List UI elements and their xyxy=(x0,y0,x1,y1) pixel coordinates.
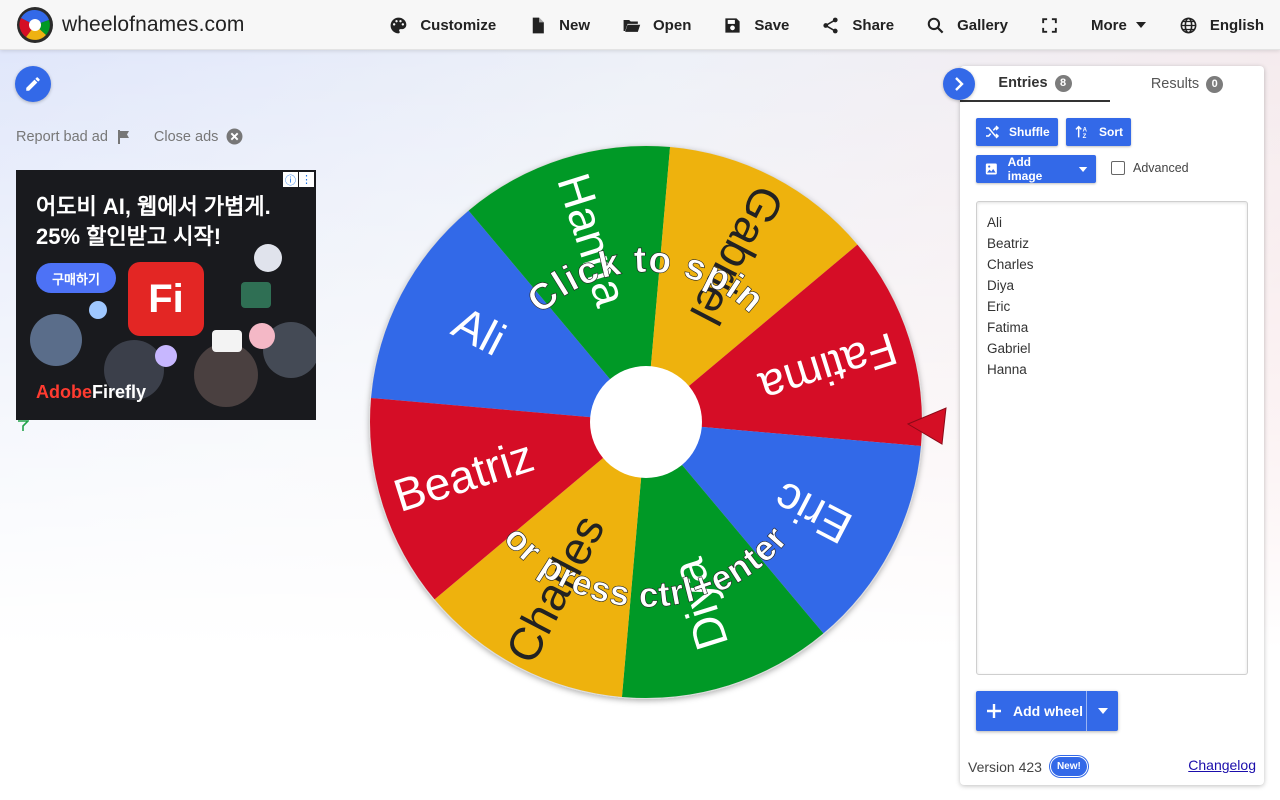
nav-share[interactable]: Share xyxy=(805,0,910,50)
wheel-canvas[interactable]: AliHanna GabrielFatimaEricDiyaCharlesBeat… xyxy=(366,145,947,708)
shuffle-label: Shuffle xyxy=(1009,125,1050,139)
fullscreen-icon xyxy=(1042,17,1057,33)
nav-more-label: More xyxy=(1090,16,1127,34)
nav-language-label: English xyxy=(1209,16,1264,34)
image-icon xyxy=(985,163,997,175)
nav-gallery[interactable]: Gallery xyxy=(910,0,1024,50)
entries-textarea[interactable]: Ali Beatriz Charles Diya Eric Fatima Gab… xyxy=(976,201,1248,675)
add-image-label: Add image xyxy=(1007,155,1043,183)
svg-text:Z: Z xyxy=(1083,134,1087,140)
tab-results[interactable]: Results 0 xyxy=(1112,66,1262,102)
ad-menu-icon[interactable]: ⋮ xyxy=(299,172,314,187)
nav-share-label: Share xyxy=(852,16,895,34)
ad-info-icon[interactable]: ⓘ xyxy=(283,172,298,187)
nav-open[interactable]: Open xyxy=(606,0,707,50)
folder-open-icon xyxy=(623,19,641,32)
adchoices-icon[interactable] xyxy=(17,420,29,432)
entry-line: Ali xyxy=(987,215,1003,230)
report-bad-ad-label: Report bad ad xyxy=(16,128,108,145)
pencil-icon xyxy=(26,77,40,91)
ad-info[interactable]: ⓘ ⋮ xyxy=(282,172,314,187)
entry-line: Beatriz xyxy=(987,236,1030,251)
entry-line: Charles xyxy=(987,257,1034,272)
top-nav: Customize New Open Save Share Gallery Mo… xyxy=(373,0,1280,50)
changelog-link[interactable]: Changelog xyxy=(1188,757,1256,773)
flag-icon xyxy=(117,129,129,144)
results-count-badge: 0 xyxy=(1206,75,1224,93)
advanced-checkbox[interactable]: Advanced xyxy=(1111,161,1189,175)
chevron-right-icon xyxy=(955,77,964,91)
advanced-checkbox-box[interactable] xyxy=(1111,161,1125,175)
tab-results-label: Results xyxy=(1150,76,1200,92)
nav-gallery-label: Gallery xyxy=(957,16,1008,34)
nav-more[interactable]: More xyxy=(1075,0,1163,50)
plus-icon xyxy=(987,704,1001,718)
entry-line: Hanna xyxy=(987,362,1027,377)
svg-text:A: A xyxy=(1083,127,1088,133)
panel-tabs: Entries 8 Results 0 xyxy=(960,66,1264,102)
sort-icon: AZ xyxy=(1075,125,1088,140)
nav-language[interactable]: English xyxy=(1163,0,1280,50)
entry-line: Fatima xyxy=(987,320,1029,335)
firefly-app-icon: Fi xyxy=(128,262,204,336)
ad-brand-adobe: Adobe xyxy=(36,382,92,402)
ad-headline: 어도비 AI, 웹에서 가볍게. 25% 할인받고 시작! xyxy=(36,194,271,249)
ad-brand: AdobeFirefly xyxy=(36,382,146,403)
tab-entries[interactable]: Entries 8 xyxy=(960,66,1110,102)
top-bar: wheelofnames.com Customize New Open Save… xyxy=(0,0,1280,50)
logo-icon[interactable] xyxy=(16,6,54,44)
nav-customize-label: Customize xyxy=(420,16,497,34)
ad-cta-button[interactable]: 구매하기 xyxy=(36,263,116,293)
version-label: Version 423 xyxy=(968,758,1042,775)
chevron-down-icon[interactable] xyxy=(1078,164,1088,175)
search-icon xyxy=(927,17,944,33)
nav-save-label: Save xyxy=(754,16,790,34)
sort-label: Sort xyxy=(1099,125,1123,139)
shuffle-icon xyxy=(986,125,1000,139)
edit-title-button[interactable] xyxy=(15,66,51,102)
save-icon xyxy=(725,17,740,33)
advertisement[interactable]: 어도비 AI, 웹에서 가볍게. 25% 할인받고 시작! 구매하기 Fi Ad… xyxy=(16,170,316,420)
globe-icon xyxy=(1180,17,1197,33)
nav-open-label: Open xyxy=(653,16,692,34)
shuffle-button[interactable]: Shuffle xyxy=(976,118,1058,146)
close-ads[interactable]: Close ads xyxy=(154,128,243,145)
palette-icon xyxy=(390,17,407,33)
nav-new-label: New xyxy=(559,16,591,34)
add-wheel-button[interactable]: Add wheel xyxy=(976,691,1086,731)
report-bad-ad[interactable]: Report bad ad xyxy=(16,129,132,145)
new-badge: New! xyxy=(1049,756,1088,777)
hide-panel-button[interactable] xyxy=(943,68,975,100)
entry-line: Diya xyxy=(987,278,1015,293)
file-icon xyxy=(532,17,545,33)
nav-new[interactable]: New xyxy=(512,0,606,50)
add-image-button[interactable]: Add image xyxy=(976,155,1096,183)
side-panel: Entries 8 Results 0 Shuffle AZ Sort Add … xyxy=(960,66,1264,785)
wheel[interactable]: Ali Hanna Gabriel Fatima Eric Diya Charles Beat… xyxy=(366,145,947,708)
add-wheel-button-group: Add wheel xyxy=(976,691,1118,731)
nav-save[interactable]: Save xyxy=(707,0,805,50)
entry-line: Gabriel xyxy=(987,341,1031,356)
site-name[interactable]: wheelofnames.com xyxy=(62,13,245,37)
advanced-label: Advanced xyxy=(1133,161,1189,175)
close-icon xyxy=(226,128,243,145)
chevron-down-icon xyxy=(1097,708,1108,714)
tab-entries-label: Entries xyxy=(998,75,1048,91)
entry-line: Eric xyxy=(987,299,1011,314)
nav-fullscreen[interactable] xyxy=(1024,0,1075,50)
share-icon xyxy=(823,17,839,33)
ad-brand-firefly: Firefly xyxy=(92,382,147,402)
wheel-center[interactable] xyxy=(590,366,702,478)
nav-customize[interactable]: Customize xyxy=(373,0,512,50)
add-wheel-label: Add wheel xyxy=(1013,703,1084,719)
version-info: Version 423 New! xyxy=(968,756,1088,777)
add-wheel-dropdown[interactable] xyxy=(1086,691,1118,731)
ad-controls: Report bad ad Close ads xyxy=(16,128,265,145)
sort-button[interactable]: AZ Sort xyxy=(1066,118,1131,146)
entries-count-badge: 8 xyxy=(1054,74,1072,92)
chevron-down-icon xyxy=(1135,22,1146,28)
close-ads-label: Close ads xyxy=(153,128,219,145)
